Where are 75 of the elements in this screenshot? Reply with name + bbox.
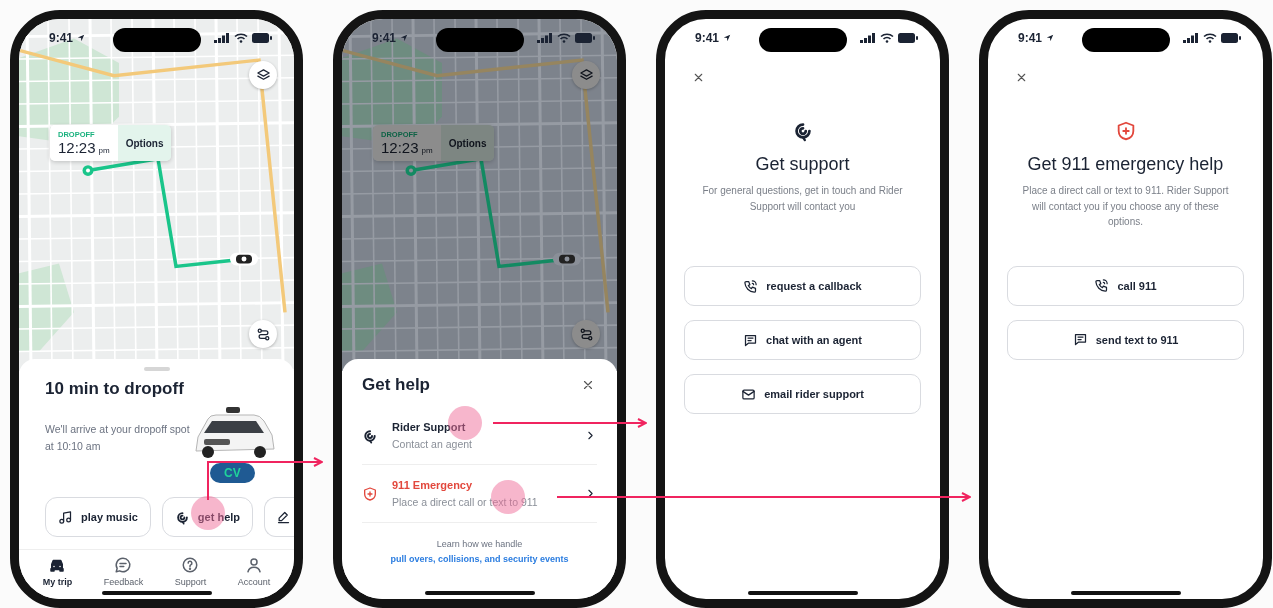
action-button[interactable]: get help <box>161 497 254 537</box>
options-button[interactable]: Options <box>440 125 495 161</box>
signal-icon <box>537 33 553 43</box>
signal-icon <box>214 33 230 43</box>
close-icon <box>1015 71 1028 84</box>
page-description: Place a direct call or text to 911. Rider Support will contact you if you choose any of these options. <box>1021 184 1230 229</box>
sheet-title: Get help <box>362 375 430 395</box>
tab-item[interactable]: Support <box>170 556 211 587</box>
tab-item[interactable]: My trip <box>38 556 77 587</box>
contact-button[interactable]: email rider support <box>684 374 921 414</box>
option-title: Rider Support <box>392 421 467 433</box>
location-arrow-icon <box>1046 34 1055 42</box>
wifi-icon <box>1203 33 1217 43</box>
message-icon <box>1072 332 1088 347</box>
location-arrow-icon <box>77 34 86 42</box>
battery-icon <box>252 33 272 43</box>
status-time: 9:41 <box>372 31 397 45</box>
location-arrow-icon <box>400 34 409 42</box>
chat-bubble-icon <box>114 556 133 574</box>
close-icon <box>581 378 595 392</box>
contact-button[interactable]: call 911 <box>1007 265 1244 306</box>
sheet-handle[interactable] <box>143 367 170 371</box>
option-subtitle: Contact an agent <box>392 438 473 450</box>
question-icon <box>181 556 200 574</box>
signal-icon <box>1183 33 1199 43</box>
time-suffix: pm <box>98 146 110 155</box>
option-title: 911 Emergency <box>392 479 474 491</box>
route-icon <box>255 326 271 342</box>
help-option[interactable]: Rider Support Contact an agent <box>362 407 597 465</box>
page-title: Get 911 emergency help <box>1027 154 1224 175</box>
battery-icon <box>575 33 595 43</box>
options-button[interactable]: Options <box>117 125 172 161</box>
pin-icon <box>405 165 417 176</box>
arrival-message: We'll arrive at your dropoff spot at 10:10 am <box>44 422 191 454</box>
music-note-icon <box>58 509 73 525</box>
layers-icon <box>578 67 594 83</box>
swirl-icon <box>362 427 378 444</box>
person-icon <box>245 556 263 574</box>
wifi-icon <box>557 33 571 43</box>
page-description: For general questions, get in touch and Rider Support will contact you <box>701 184 904 214</box>
signal-icon <box>860 33 876 43</box>
safety-info-text: Learn how we handle pull overs, collisions, and security events <box>389 538 570 567</box>
shield-plus-icon <box>362 485 378 502</box>
action-button[interactable]: play music <box>45 497 151 537</box>
edit-button[interactable] <box>264 497 294 537</box>
swirl-icon <box>174 509 190 525</box>
tab-item[interactable]: Feedback <box>99 556 148 587</box>
envelope-icon <box>741 386 757 402</box>
phone-icon <box>1094 278 1110 293</box>
vehicle-badge: CV <box>210 463 255 483</box>
wifi-icon <box>234 33 248 43</box>
safety-events-link[interactable]: pull overs, collisions, and security events <box>390 554 569 565</box>
contact-button[interactable]: request a callback <box>684 266 921 306</box>
battery-icon <box>1221 33 1241 43</box>
dropoff-time: 12:23 <box>58 139 96 156</box>
layers-icon <box>255 67 271 83</box>
time-suffix: pm <box>421 146 433 155</box>
tab-item[interactable]: Account <box>233 556 275 587</box>
phone-icon <box>743 278 759 294</box>
contact-button[interactable]: send text to 911 <box>1007 319 1244 360</box>
pin-icon <box>82 165 94 176</box>
pencil-icon <box>276 509 292 525</box>
status-time: 9:41 <box>1018 31 1043 45</box>
sheet-title: 10 min to dropoff <box>45 379 185 399</box>
route-icon <box>578 326 594 342</box>
status-time: 9:41 <box>49 31 74 45</box>
location-arrow-icon <box>723 34 732 42</box>
page-title: Get support <box>755 154 850 175</box>
dropoff-time: 12:23 <box>381 139 419 156</box>
status-time: 9:41 <box>695 31 720 45</box>
battery-icon <box>898 33 918 43</box>
close-icon <box>692 71 705 84</box>
message-icon <box>743 332 758 348</box>
contact-button[interactable]: chat with an agent <box>684 320 921 360</box>
wifi-icon <box>880 33 894 43</box>
